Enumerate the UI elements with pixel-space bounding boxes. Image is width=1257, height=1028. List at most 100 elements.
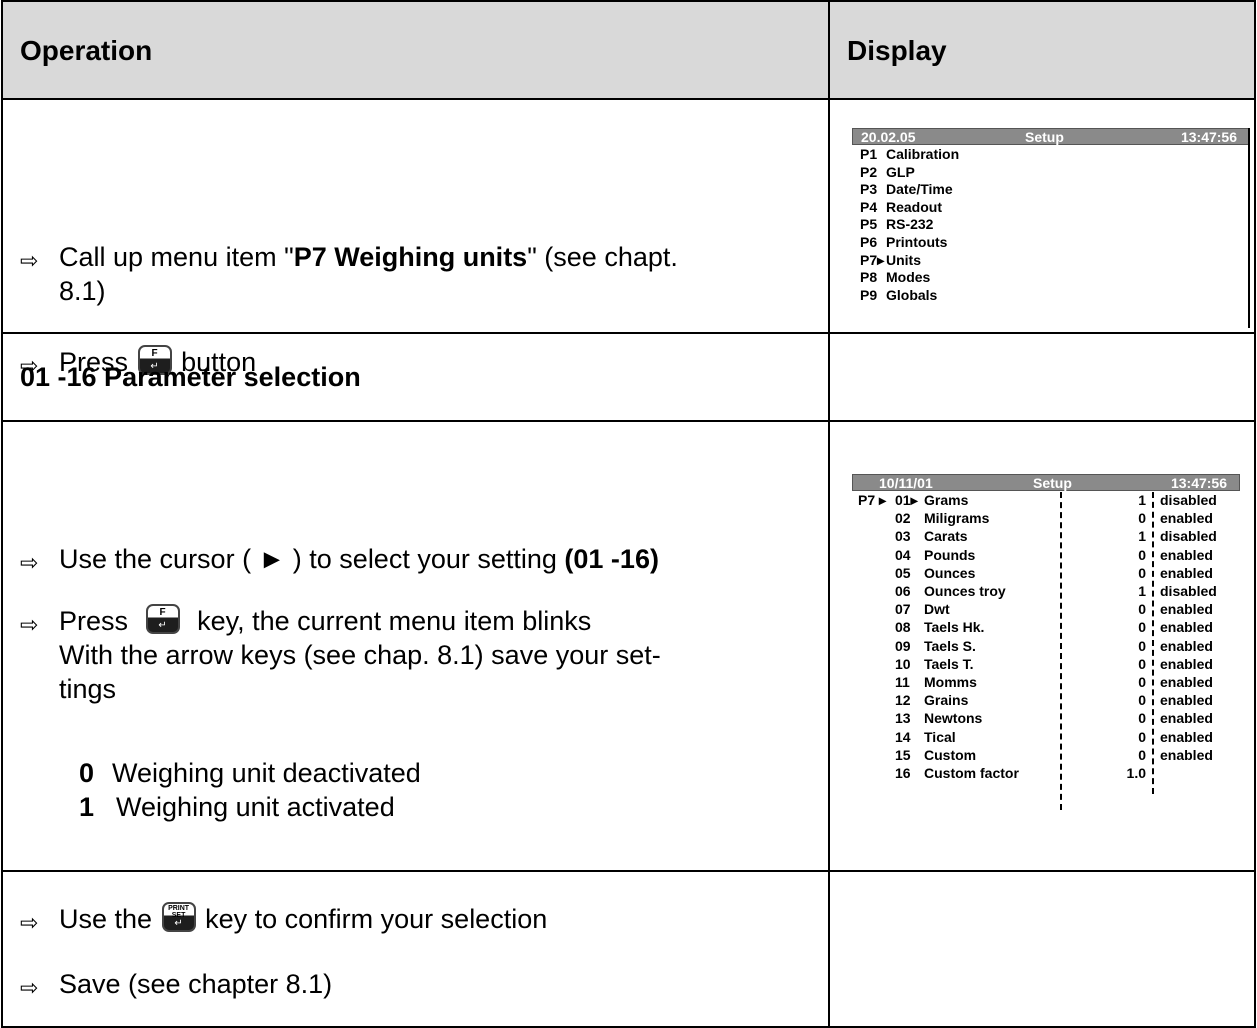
lcd-menu-label: GLP	[886, 163, 915, 180]
lcd-unit-number: 01▸	[895, 492, 918, 508]
display2-cell: 10/11/01 Setup 13:47:56 P7 ▸ 01▸ Grams 1 di…	[828, 420, 1256, 872]
lcd-unit-name: Taels Hk.	[924, 619, 985, 636]
lcd-unit-state: enabled	[1160, 728, 1213, 745]
option-1: 1 Weighing unit activated	[79, 792, 395, 822]
lcd-menu-label: Date/Time	[886, 181, 953, 198]
lcd-title-bar: 20.02.05 Setup 13:47:56	[852, 128, 1250, 145]
lcd-menu-code: P6	[860, 234, 878, 250]
lcd-unit-state: enabled	[1160, 637, 1213, 654]
lcd-menu-code: P7▸	[860, 251, 885, 268]
lcd-unit-number: 06	[895, 583, 911, 599]
lcd-unit-name: Custom	[924, 746, 977, 763]
display1-cell: 20.02.05 Setup 13:47:56 P1 Calibration P2 G…	[828, 98, 1256, 334]
lcd-unit-name: Carats	[924, 528, 968, 545]
lcd-unit-name: Miligrams	[924, 510, 990, 527]
lcd-menu-label: Modes	[886, 269, 931, 286]
lcd-unit-number: 15	[895, 746, 911, 763]
lcd-menu-item: P8 Modes	[860, 269, 930, 287]
lcd-unit-state: enabled	[1160, 655, 1213, 672]
lcd-unit-name: Newtons	[924, 710, 983, 727]
lcd-unit-number: 10	[895, 655, 911, 672]
lcd-unit-state: enabled	[1160, 510, 1213, 527]
lcd-menu-code: P3	[860, 181, 878, 198]
lcd-menu-code: P5	[860, 216, 878, 233]
lcd-divider	[1152, 492, 1154, 794]
lcd-p7-prefix: P7 ▸	[858, 492, 887, 508]
lcd-unit-number: 04	[895, 546, 911, 563]
lcd-unit-number: 08	[895, 619, 911, 636]
lcd-unit-name: Dwt	[924, 601, 950, 618]
lcd-unit-number: 16	[895, 765, 911, 781]
arrow-icon: ⇨	[20, 550, 39, 575]
empty-display-cell	[828, 332, 1256, 422]
lcd-menu-label: Units	[886, 251, 921, 268]
lcd-unit-name: Grains	[924, 692, 969, 709]
lcd-menu-label: Readout	[886, 198, 942, 215]
lcd-menu-label: Printouts	[886, 234, 948, 250]
lcd-menu-item: P5 RS-232	[860, 216, 933, 234]
display-header: Display	[828, 0, 1256, 100]
lcd-unit-value: 0	[1138, 510, 1146, 527]
lcd-title-bar: 10/11/01 Setup 13:47:56	[852, 474, 1240, 491]
instruction-press-f-blink: Press F ↵ key, the current menu item blin…	[59, 604, 661, 704]
lcd-unit-name: Custom factor	[924, 765, 1019, 781]
lcd-menu-code: P2	[860, 163, 878, 180]
lcd-divider	[1060, 492, 1062, 810]
lcd-unit-name: Ounces	[924, 564, 976, 581]
lcd-unit-name: Pounds	[924, 546, 976, 563]
instruction-use-cursor: Use the cursor ( ► ) to select your sett…	[59, 544, 659, 574]
lcd-unit-name: Ounces troy	[924, 583, 1006, 599]
lcd-unit-value: 1.0	[1126, 765, 1146, 781]
lcd-unit-value: 0	[1138, 601, 1146, 618]
lcd-unit-number: 05	[895, 564, 911, 581]
lcd-menu-item: P9 Globals	[860, 287, 937, 305]
instruction-confirm: Use the PRINT SET ↵ key to confirm your se…	[59, 902, 548, 934]
lcd-unit-value: 0	[1138, 546, 1146, 563]
lcd-unit-state: disabled	[1160, 492, 1217, 508]
lcd-unit-name: Taels S.	[924, 637, 976, 654]
print-set-key-icon: PRINT SET ↵	[161, 902, 196, 932]
lcd-menu-code: P9	[860, 286, 878, 303]
lcd-unit-value: 0	[1138, 710, 1146, 727]
arrow-icon: ⇨	[20, 975, 39, 1000]
arrow-icon: ⇨	[20, 248, 39, 273]
lcd-menu-item: P1 Calibration	[860, 146, 959, 164]
lcd-unit-number: 13	[895, 710, 911, 727]
lcd-unit-state: enabled	[1160, 710, 1213, 727]
arrow-icon: ⇨	[20, 910, 39, 935]
lcd-menu-label: Globals	[886, 286, 938, 303]
lcd-unit-value: 0	[1138, 637, 1146, 654]
section-title: 01 -16 Parameter selection	[20, 362, 361, 392]
lcd-unit-name: Momms	[924, 674, 977, 690]
lcd-unit-number: 02	[895, 510, 911, 527]
lcd-unit-value: 0	[1138, 746, 1146, 763]
lcd-menu-item: P6 Printouts	[860, 234, 947, 252]
f-key-icon: F ↵	[145, 604, 180, 634]
lcd-unit-number: 12	[895, 692, 911, 709]
lcd-unit-value: 0	[1138, 692, 1146, 709]
operation-display-table: Operation Display ⇨ Call up menu item "P…	[1, 0, 1256, 1028]
instruction-call-menu: Call up menu item "P7 Weighing units" (s…	[59, 242, 678, 306]
lcd-unit-state: disabled	[1160, 528, 1217, 545]
lcd-unit-state: disabled	[1160, 583, 1217, 599]
lcd-unit-number: 07	[895, 601, 911, 618]
section-heading-cell: 01 -16 Parameter selection	[1, 332, 830, 422]
row3-operation: ⇨ Use the cursor ( ► ) to select your se…	[1, 420, 830, 872]
lcd-unit-state: enabled	[1160, 746, 1213, 763]
lcd-unit-number: 14	[895, 728, 911, 745]
lcd-unit-state: enabled	[1160, 619, 1213, 636]
lcd-menu-item: P2 GLP	[860, 164, 915, 182]
lcd-unit-value: 1	[1138, 492, 1146, 508]
lcd-unit-name: Taels T.	[924, 655, 974, 672]
lcd-unit-state: enabled	[1160, 692, 1213, 709]
lcd-unit-value: 0	[1138, 619, 1146, 636]
row1-operation: ⇨ Call up menu item "P7 Weighing units" …	[1, 98, 830, 378]
lcd-unit-state: enabled	[1160, 601, 1213, 618]
arrow-icon: ⇨	[20, 612, 39, 637]
lcd-unit-name: Grams	[924, 492, 969, 508]
lcd-unit-state: enabled	[1160, 674, 1213, 690]
lcd-unit-value: 0	[1138, 728, 1146, 745]
lcd-menu-label: Calibration	[886, 146, 960, 162]
lcd-unit-number: 09	[895, 637, 911, 654]
lcd-unit-state: enabled	[1160, 564, 1213, 581]
